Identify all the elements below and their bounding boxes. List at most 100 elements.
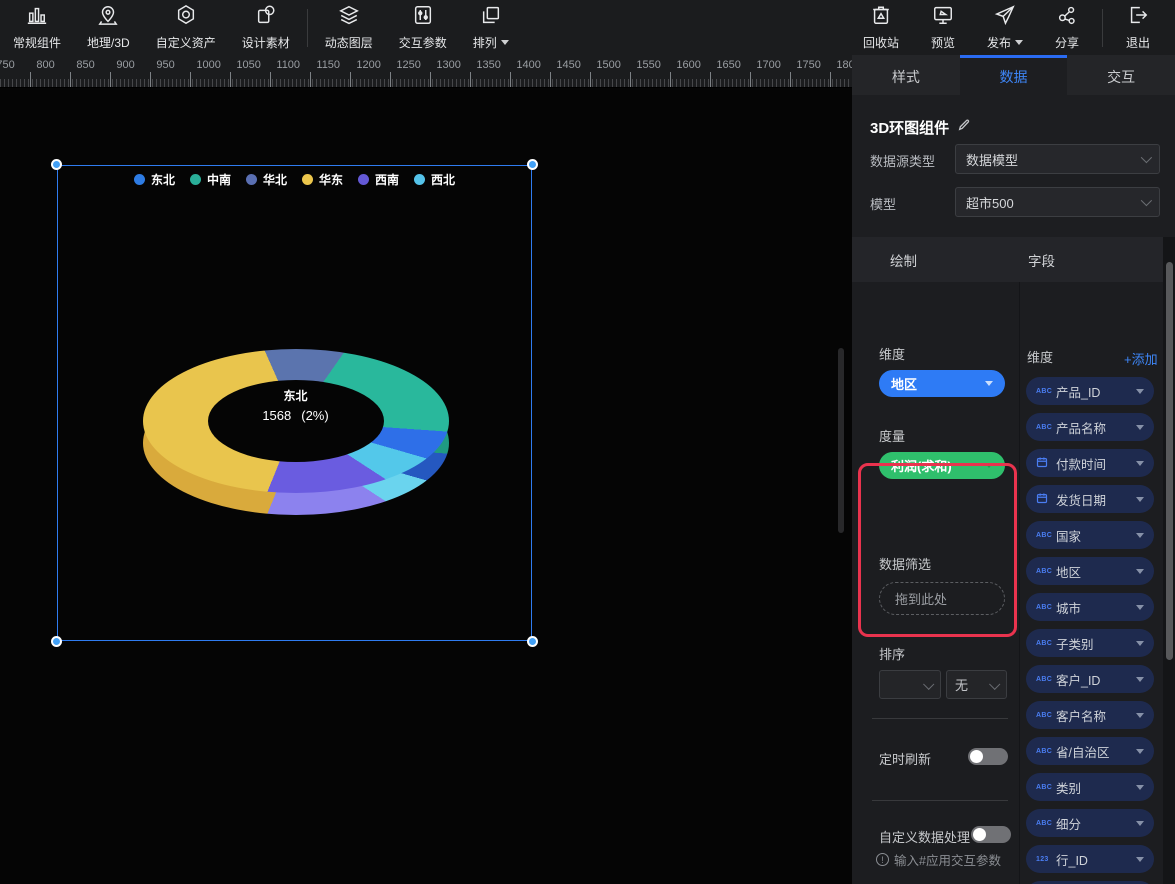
chevron-down-icon [1136,569,1144,574]
toolbar-regular-components-button[interactable]: 常规组件 [0,0,74,55]
legend-item[interactable]: 中南 [190,171,231,188]
toolbar-interaction-params-button[interactable]: 交互参数 [386,0,460,55]
panel-tab-交互[interactable]: 交互 [1067,55,1175,95]
legend-item[interactable]: 华北 [246,171,287,188]
toolbar-label: 发布 [987,34,1023,51]
exit-icon [1127,4,1149,31]
model-label: 模型 [870,194,896,213]
hint-text: 输入#应用交互参数 [894,850,1001,869]
legend-item[interactable]: 西南 [358,171,399,188]
resize-handle-bottom-left[interactable] [51,636,62,647]
datasource-type-label: 数据源类型 [870,151,935,170]
calendar-icon [1036,456,1056,470]
ruler-major-tick [590,72,591,87]
toolbar-exit-button[interactable]: 退出 [1107,0,1169,55]
field-pill[interactable]: ABC类别 [1026,773,1154,801]
toolbar-label: 排列 [473,34,509,51]
field-pill[interactable]: 123行_ID [1026,845,1154,873]
text-type-icon: ABC [1036,388,1056,395]
field-pill[interactable]: 发货日期 [1026,485,1154,513]
dimension-section-label: 维度 [879,344,905,363]
field-name: 客户名称 [1056,706,1106,725]
text-type-icon: ABC [1036,820,1056,827]
legend-item[interactable]: 西北 [414,171,455,188]
ruler-major-tick [430,72,431,87]
chevron-down-icon [1136,785,1144,790]
canvas-scrollbar[interactable] [838,348,844,533]
field-pill[interactable]: ABC子类别 [1026,629,1154,657]
legend-item[interactable]: 华东 [302,171,343,188]
ruler-major-tick [510,72,511,87]
ruler-label: 850 [76,59,94,71]
resize-handle-bottom-right[interactable] [527,636,538,647]
ruler-major-tick [150,72,151,87]
donut-center-label: 东北 1568(2%) [58,387,533,423]
toolbar-geo-3d-button[interactable]: 地理/3D [74,0,143,55]
field-name: 细分 [1056,814,1081,833]
datasource-type-dropdown[interactable]: 数据模型 [955,144,1160,174]
field-pill[interactable]: ABC省/自治区 [1026,737,1154,765]
text-type-icon: ABC [1036,712,1056,719]
ruler-major-tick [390,72,391,87]
ruler-label: 1700 [756,59,780,71]
toolbar-dynamic-layers-button[interactable]: 动态图层 [312,0,386,55]
toolbar-share-button[interactable]: 分享 [1036,0,1098,55]
field-pill[interactable]: ABC地区 [1026,557,1154,585]
timed-refresh-toggle[interactable] [968,748,1008,765]
filter-drop-zone[interactable]: 拖到此处 [879,582,1005,615]
ruler-major-tick [750,72,751,87]
edit-title-icon[interactable] [957,118,971,137]
ruler-label: 1400 [516,59,540,71]
chart-component-selection[interactable]: 东北中南华北华东西南西北 东北 1568(2%) [57,165,532,641]
resize-handle-top-right[interactable] [527,159,538,170]
model-dropdown[interactable]: 超市500 [955,187,1160,217]
chevron-down-icon [1136,389,1144,394]
toolbar-design-materials-button[interactable]: 设计素材 [229,0,303,55]
field-pill[interactable]: ABC城市 [1026,593,1154,621]
ruler-label: 1650 [716,59,740,71]
ruler-label: 900 [116,59,134,71]
number-type-icon: 123 [1036,856,1056,863]
field-pill[interactable]: ABC国家 [1026,521,1154,549]
center-region: 东北 [58,387,533,404]
ruler-label: 1000 [196,59,220,71]
legend-item[interactable]: 东北 [134,171,175,188]
toolbar-recycle-bin-button[interactable]: 回收站 [850,0,912,55]
measure-pill[interactable]: 利润(求和) [879,452,1005,479]
sort-field-dropdown[interactable] [879,670,941,699]
custom-processing-toggle[interactable] [971,826,1011,843]
design-canvas[interactable]: 东北中南华北华东西南西北 东北 1568(2%) [0,89,852,884]
layers-icon [338,4,360,31]
toolbar-arrange-button[interactable]: 排列 [460,0,522,55]
field-pill[interactable]: ABC客户名称 [1026,701,1154,729]
toolbar-divider [1102,9,1103,47]
toolbar-preview-button[interactable]: 预览 [912,0,974,55]
text-type-icon: ABC [1036,604,1056,611]
field-pill[interactable]: ABC客户_ID [1026,665,1154,693]
ruler-major-tick [350,72,351,87]
caret-down-icon [501,40,509,45]
panel-scrollbar-thumb[interactable] [1166,262,1173,660]
donut-chart-3d[interactable] [143,349,449,515]
field-pill[interactable]: ABC产品_ID [1026,377,1154,405]
tab-fields[interactable]: 字段 [1028,237,1055,282]
sort-order-dropdown[interactable]: 无 [946,670,1007,699]
dimension-pill[interactable]: 地区 [879,370,1005,397]
field-pill[interactable]: ABC细分 [1026,809,1154,837]
toolbar-custom-assets-button[interactable]: 自定义资产 [143,0,229,55]
resize-handle-top-left[interactable] [51,159,62,170]
tab-draw[interactable]: 绘制 [890,237,917,282]
toolbar-label: 交互参数 [399,34,447,51]
field-pill[interactable]: 付款时间 [1026,449,1154,477]
toolbar-label: 常规组件 [13,34,61,51]
field-pill[interactable]: ABC产品名称 [1026,413,1154,441]
ruler-major-tick [790,72,791,87]
text-type-icon: ABC [1036,424,1056,431]
panel-tab-样式[interactable]: 样式 [852,55,960,95]
text-type-icon: ABC [1036,640,1056,647]
chevron-down-icon [1136,425,1144,430]
ruler-major-tick [70,72,71,87]
toolbar-publish-button[interactable]: 发布 [974,0,1036,55]
panel-tab-数据[interactable]: 数据 [960,55,1068,95]
ruler-label: 1050 [236,59,260,71]
